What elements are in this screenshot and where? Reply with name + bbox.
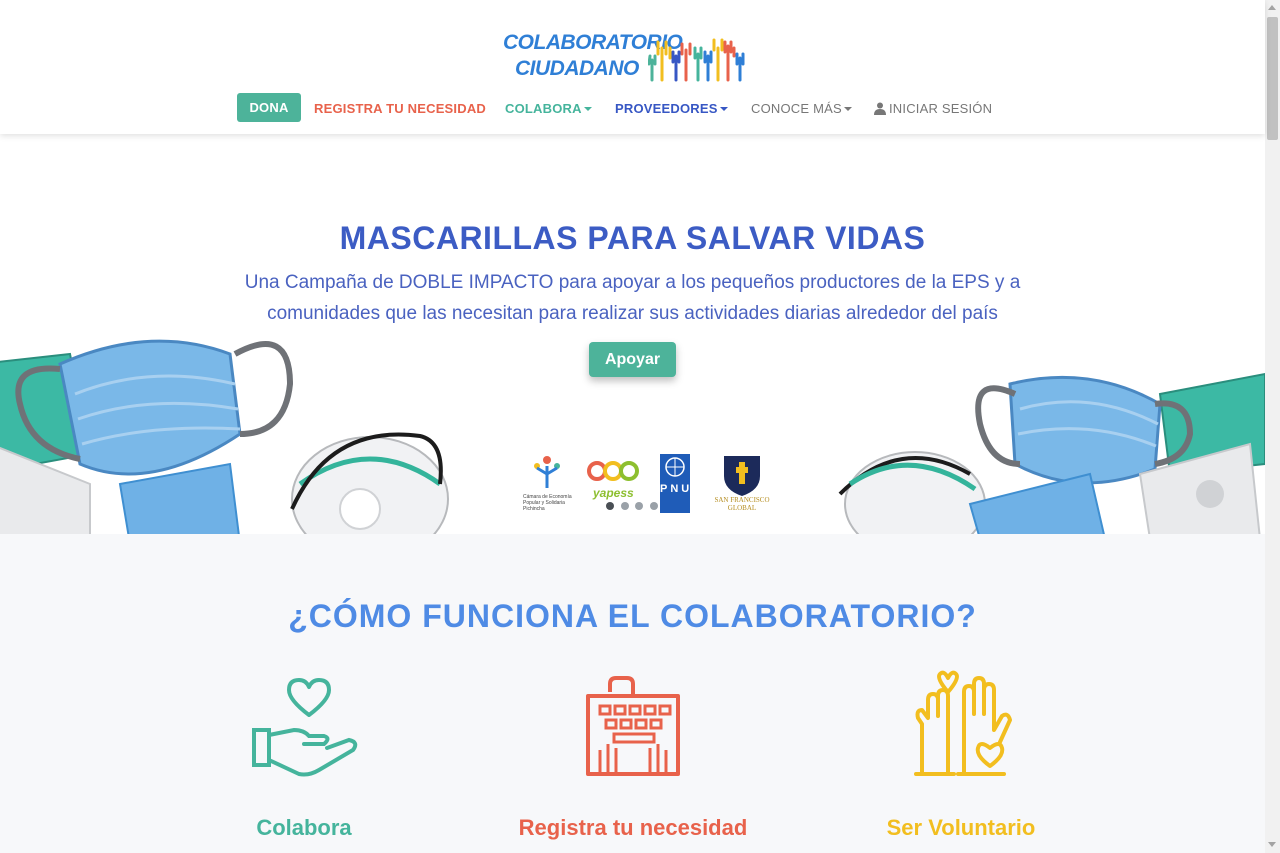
main-nav: DONA REGISTRA TU NECESIDAD COLABORA PROV… (0, 93, 1265, 123)
carousel-dot-1[interactable] (606, 502, 614, 510)
login-label: INICIAR SESIÓN (889, 101, 993, 116)
face-masks-illustration-left (0, 339, 449, 534)
page-scrollbar[interactable] (1265, 0, 1280, 853)
sponsor-ceps-caption: Cámara de Economía Popular y Solidaria P… (523, 494, 572, 512)
feature-colabora-title: Colabora (256, 815, 352, 840)
logo-line-2: CIUDADANO (515, 57, 639, 80)
logo-wordmark: COLABORATORIO CIUDADANO (503, 30, 683, 82)
carousel-indicators (606, 502, 666, 512)
caret-down-icon (719, 107, 728, 111)
how-it-works-title: ¿CÓMO FUNCIONA EL COLABORATORIO? (288, 598, 977, 634)
sponsor-yapess-logo[interactable]: yapess (587, 456, 642, 506)
sponsor-sfg-logo[interactable]: SAN FRANCISCO GLOBAL (714, 454, 770, 514)
user-icon (874, 102, 886, 115)
hero-title: MASCARILLAS PARA SALVAR VIDAS (339, 220, 926, 256)
un-emblem-icon (665, 457, 685, 477)
logo-line-1: COLABORATORIO (503, 31, 683, 54)
carousel-dot-4[interactable] (650, 502, 658, 510)
nav-conoce-dropdown[interactable]: CONOCE MÁS (751, 93, 852, 123)
raised-hands-icon (914, 670, 1012, 776)
carousel-dot-3[interactable] (635, 502, 643, 510)
dona-button[interactable]: DONA (237, 93, 301, 122)
feature-voluntario[interactable]: Ser Voluntario (811, 670, 1111, 840)
hand-heart-icon (252, 678, 358, 777)
scrollbar-thumb[interactable] (1267, 17, 1278, 140)
sponsor-pnud-caption: PNUD (660, 483, 704, 495)
people-tree-icon (534, 456, 560, 488)
login-link[interactable]: INICIAR SESIÓN (874, 93, 992, 123)
feature-colabora[interactable]: Colabora (154, 670, 454, 840)
caret-down-icon (843, 107, 852, 111)
face-masks-illustration-right (838, 372, 1265, 534)
caret-down-icon (583, 107, 592, 111)
sponsor-yapess-caption: yapess (593, 486, 634, 500)
sponsor-ceps-logo[interactable]: Cámara de Economía Popular y Solidaria P… (521, 454, 579, 516)
nav-proveedores-dropdown[interactable]: PROVEEDORES (615, 93, 728, 123)
nav-colabora-label: COLABORA (505, 101, 582, 116)
colorful-hands-icon (648, 38, 745, 82)
feature-registra[interactable]: Registra tu necesidad (483, 670, 783, 840)
feature-voluntario-title: Ser Voluntario (886, 815, 1036, 840)
keyboard-icon (586, 676, 680, 776)
nav-colabora-dropdown[interactable]: COLABORA (505, 93, 592, 123)
hero-banner: MASCARILLAS PARA SALVAR VIDAS Una Campañ… (0, 134, 1265, 534)
sponsor-sfg-caption: SAN FRANCISCO GLOBAL (714, 496, 770, 512)
site-logo[interactable]: COLABORATORIO CIUDADANO (503, 30, 753, 90)
feature-registra-title: Registra tu necesidad (518, 815, 748, 840)
scroll-down-arrow-icon[interactable] (1268, 842, 1276, 847)
hero-subtitle: Una Campaña de DOBLE IMPACTO para apoyar… (244, 272, 1021, 324)
carousel-dot-2[interactable] (621, 502, 629, 510)
nav-registra-link[interactable]: REGISTRA TU NECESIDAD (314, 93, 486, 123)
site-header: COLABORATORIO CIUDADANO DONA REGISTRA TU… (0, 0, 1265, 134)
scroll-up-arrow-icon[interactable] (1268, 5, 1276, 10)
nav-proveedores-label: PROVEEDORES (615, 101, 718, 116)
nav-conoce-label: CONOCE MÁS (751, 101, 842, 116)
apoyar-button[interactable]: Apoyar (589, 342, 676, 377)
shield-icon (724, 456, 760, 496)
rings-icon (587, 461, 639, 481)
